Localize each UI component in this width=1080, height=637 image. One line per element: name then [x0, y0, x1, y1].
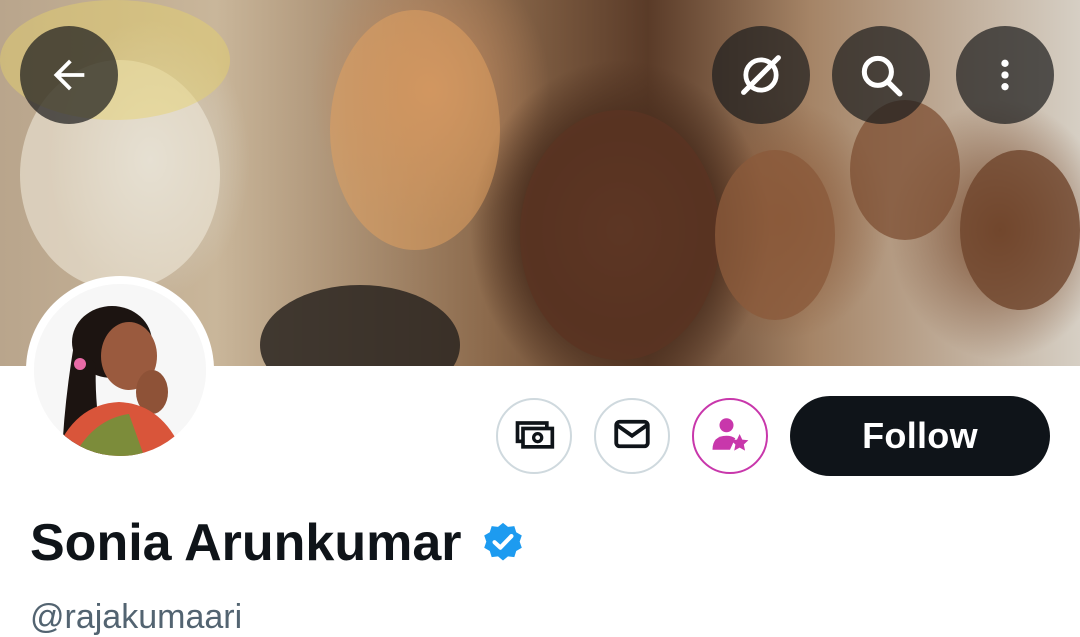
money-icon — [512, 412, 556, 461]
grok-button[interactable] — [712, 26, 810, 124]
envelope-icon — [611, 413, 653, 460]
search-button[interactable] — [832, 26, 930, 124]
subscribe-button[interactable] — [692, 398, 768, 474]
display-name: Sonia Arunkumar — [30, 514, 462, 572]
profile-name-row: Sonia Arunkumar — [30, 508, 526, 578]
grok-icon — [735, 49, 787, 101]
follow-button[interactable]: Follow — [790, 396, 1050, 476]
person-star-icon — [709, 413, 751, 460]
back-button[interactable] — [20, 26, 118, 124]
profile-handle: @rajakumaari — [30, 598, 243, 636]
message-button[interactable] — [594, 398, 670, 474]
avatar-image — [34, 284, 206, 456]
search-icon — [856, 50, 906, 100]
more-vertical-icon — [985, 51, 1025, 99]
tip-button[interactable] — [496, 398, 572, 474]
avatar[interactable] — [26, 276, 214, 464]
more-options-button[interactable] — [956, 26, 1054, 124]
verified-badge-icon[interactable] — [480, 520, 526, 566]
arrow-left-icon — [46, 52, 92, 98]
